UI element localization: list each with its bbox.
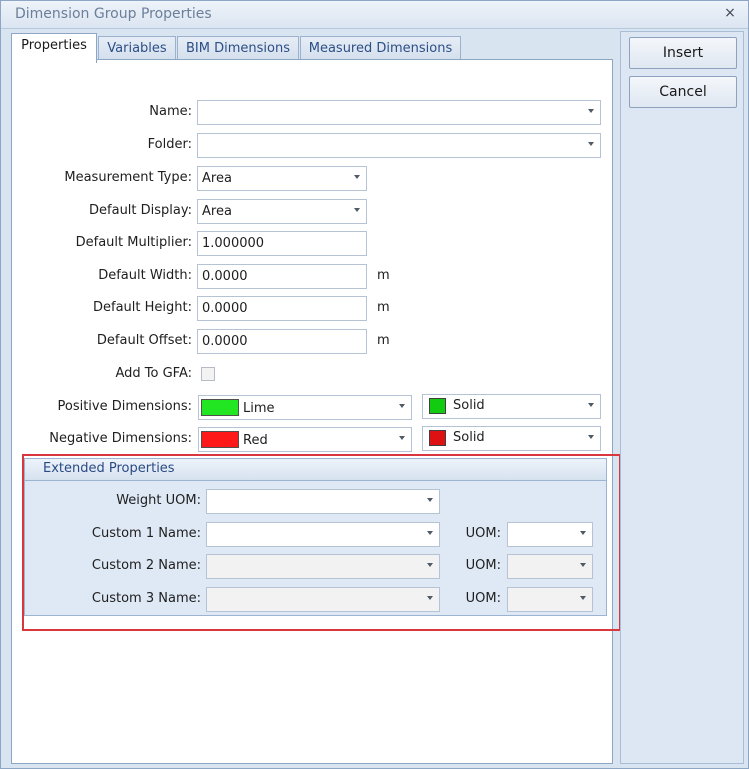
chevron-down-icon[interactable] xyxy=(580,531,586,535)
weight-uom-select[interactable] xyxy=(206,489,440,514)
chevron-down-icon[interactable] xyxy=(354,208,360,212)
positive-pattern-name: Solid xyxy=(453,398,485,413)
default-width-label: Default Width: xyxy=(98,268,192,283)
negative-pattern-select[interactable]: Solid xyxy=(422,426,601,451)
custom1-name-label: Custom 1 Name: xyxy=(91,526,201,541)
chevron-down-icon[interactable] xyxy=(580,596,586,600)
chevron-down-icon[interactable] xyxy=(427,563,433,567)
measurement-type-select[interactable]: Area xyxy=(197,166,367,191)
folder-label: Folder: xyxy=(147,137,192,152)
properties-panel: Properties Variables BIM Dimensions Meas… xyxy=(7,31,621,764)
dialog-window: Dimension Group Properties × Properties … xyxy=(0,0,749,769)
cancel-button[interactable]: Cancel xyxy=(629,76,737,108)
default-multiplier-input[interactable]: 1.000000 xyxy=(197,231,367,256)
lime-color-swatch xyxy=(201,399,239,416)
custom2-uom-label: UOM: xyxy=(465,558,501,573)
lime-pattern-swatch xyxy=(429,398,446,414)
weight-uom-label: Weight UOM: xyxy=(116,493,201,508)
default-height-unit: m xyxy=(377,300,390,315)
negative-color-select[interactable]: Red xyxy=(198,427,412,452)
custom1-name-select[interactable] xyxy=(206,522,440,547)
chevron-down-icon[interactable] xyxy=(588,435,594,439)
add-to-gfa-checkbox[interactable] xyxy=(201,367,215,381)
default-width-input[interactable]: 0.0000 xyxy=(197,264,367,289)
red-color-swatch xyxy=(201,431,239,448)
negative-pattern-name: Solid xyxy=(453,430,485,445)
negative-dimensions-label: Negative Dimensions: xyxy=(49,431,192,446)
command-panel: Insert Cancel xyxy=(620,31,744,764)
custom1-uom-label: UOM: xyxy=(465,526,501,541)
measurement-type-label: Measurement Type: xyxy=(64,170,192,185)
chevron-down-icon[interactable] xyxy=(580,563,586,567)
positive-color-select[interactable]: Lime xyxy=(198,395,412,420)
positive-pattern-select[interactable]: Solid xyxy=(422,394,601,419)
chevron-down-icon[interactable] xyxy=(427,531,433,535)
extended-properties-group: Extended Properties Weight UOM: Custom 1… xyxy=(24,458,607,616)
default-multiplier-label: Default Multiplier: xyxy=(75,235,192,250)
default-offset-input[interactable]: 0.0000 xyxy=(197,329,367,354)
custom2-name-label: Custom 2 Name: xyxy=(91,558,201,573)
negative-color-name: Red xyxy=(243,433,268,448)
red-pattern-swatch xyxy=(429,430,446,446)
chevron-down-icon[interactable] xyxy=(427,596,433,600)
name-label: Name: xyxy=(149,104,192,119)
custom1-uom-select[interactable] xyxy=(507,522,593,547)
custom3-uom-select[interactable] xyxy=(507,587,593,612)
close-icon[interactable]: × xyxy=(722,5,738,21)
measurement-type-value: Area xyxy=(202,171,232,186)
custom2-uom-select[interactable] xyxy=(507,554,593,579)
default-height-input[interactable]: 0.0000 xyxy=(197,296,367,321)
default-offset-unit: m xyxy=(377,333,390,348)
add-to-gfa-label: Add To GFA: xyxy=(115,366,192,381)
positive-color-name: Lime xyxy=(243,401,275,416)
extended-properties-header: Extended Properties xyxy=(25,459,606,481)
chevron-down-icon[interactable] xyxy=(588,142,594,146)
tab-properties[interactable]: Properties xyxy=(11,33,97,63)
folder-combobox[interactable] xyxy=(197,133,601,158)
insert-button[interactable]: Insert xyxy=(629,37,737,69)
custom3-name-label: Custom 3 Name: xyxy=(91,591,201,606)
default-width-unit: m xyxy=(377,268,390,283)
chevron-down-icon[interactable] xyxy=(588,403,594,407)
extended-properties-title: Extended Properties xyxy=(43,461,175,476)
chevron-down-icon[interactable] xyxy=(399,436,405,440)
properties-page: Name: Folder: Measurement Type: Area Def… xyxy=(11,59,621,764)
chevron-down-icon[interactable] xyxy=(399,404,405,408)
name-combobox[interactable] xyxy=(197,100,601,125)
default-height-label: Default Height: xyxy=(93,300,192,315)
default-display-value: Area xyxy=(202,204,232,219)
default-offset-label: Default Offset: xyxy=(96,333,192,348)
custom3-name-select[interactable] xyxy=(206,587,440,612)
custom2-name-select[interactable] xyxy=(206,554,440,579)
window-title: Dimension Group Properties xyxy=(15,6,212,22)
custom3-uom-label: UOM: xyxy=(465,591,501,606)
chevron-down-icon[interactable] xyxy=(427,498,433,502)
default-display-select[interactable]: Area xyxy=(197,199,367,224)
chevron-down-icon[interactable] xyxy=(354,175,360,179)
title-bar: Dimension Group Properties × xyxy=(1,1,748,29)
default-display-label: Default Display: xyxy=(89,203,192,218)
positive-dimensions-label: Positive Dimensions: xyxy=(57,399,192,414)
chevron-down-icon[interactable] xyxy=(588,109,594,113)
